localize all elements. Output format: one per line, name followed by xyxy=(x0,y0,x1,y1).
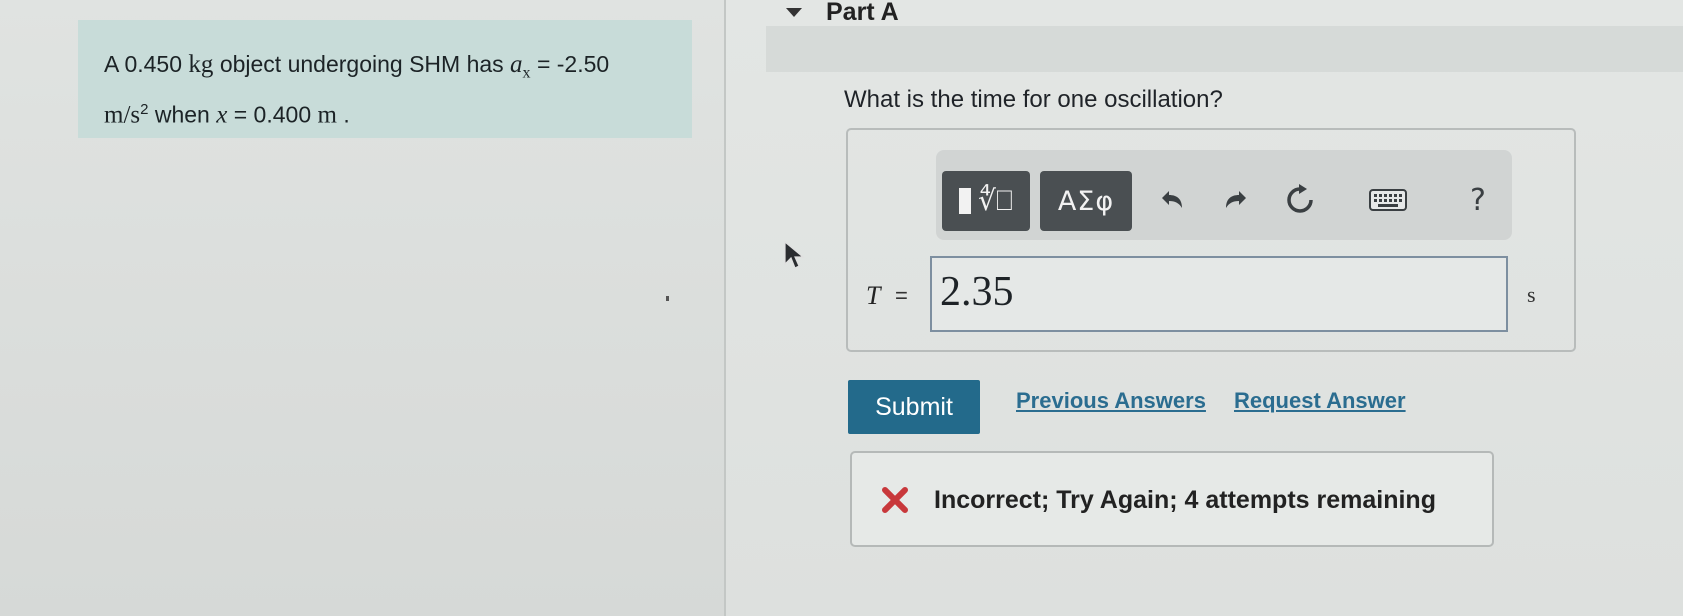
var-x: x xyxy=(216,101,228,129)
unit-kg: kg xyxy=(188,51,214,78)
problem-text-2: object undergoing SHM has xyxy=(219,51,504,77)
answer-input[interactable]: 2.35 xyxy=(930,256,1508,332)
part-header[interactable]: Part A xyxy=(786,0,899,26)
problem-text-6: . xyxy=(343,101,350,128)
problem-text-5: = 0.400 xyxy=(233,101,312,128)
stray-mark xyxy=(666,296,669,301)
previous-answers-link[interactable]: Previous Answers xyxy=(1016,388,1206,414)
unit-m: m xyxy=(317,101,337,129)
cursor-block-icon xyxy=(959,188,972,214)
part-title: Part A xyxy=(826,0,899,26)
answer-variable: T xyxy=(866,281,881,310)
problem-text-1: A 0.450 xyxy=(104,51,183,77)
problem-statement: A 0.450 kg object undergoing SHM has ax … xyxy=(78,20,692,138)
redo-icon[interactable] xyxy=(1214,178,1258,222)
var-a: a xyxy=(510,51,523,78)
subscript-x: x xyxy=(522,64,531,82)
request-answer-link[interactable]: Request Answer xyxy=(1234,388,1406,414)
keyboard-icon[interactable] xyxy=(1360,178,1416,222)
template-sqrt-icon: ∜⎕ xyxy=(978,184,1013,217)
math-toolbar: ∜⎕ ΑΣφ ? xyxy=(936,150,1512,240)
incorrect-x-icon xyxy=(882,487,908,513)
greek-symbols-button[interactable]: ΑΣφ xyxy=(1040,171,1132,231)
undo-icon[interactable] xyxy=(1150,178,1194,222)
answer-unit: s xyxy=(1527,282,1536,307)
question-text: What is the time for one oscillation? xyxy=(844,86,1223,113)
problem-text-3: = -2.50 xyxy=(536,51,610,77)
superscript-2: 2 xyxy=(140,100,149,118)
collapse-caret-icon[interactable] xyxy=(786,7,802,17)
page: A 0.450 kg object undergoing SHM has ax … xyxy=(0,0,1683,616)
answer-equals: = xyxy=(895,283,908,308)
reset-icon[interactable] xyxy=(1278,178,1322,222)
help-button[interactable]: ? xyxy=(1456,178,1500,222)
mouse-pointer-icon xyxy=(784,240,805,269)
feedback-message: Incorrect; Try Again; 4 attempts remaini… xyxy=(934,486,1436,514)
part-header-band xyxy=(766,26,1683,72)
unit-ms: m/s xyxy=(104,101,141,129)
problem-text-4: when xyxy=(154,101,210,128)
submit-button[interactable]: Submit xyxy=(848,380,980,434)
templates-button[interactable]: ∜⎕ xyxy=(942,171,1030,231)
feedback-box: Incorrect; Try Again; 4 attempts remaini… xyxy=(850,451,1494,547)
